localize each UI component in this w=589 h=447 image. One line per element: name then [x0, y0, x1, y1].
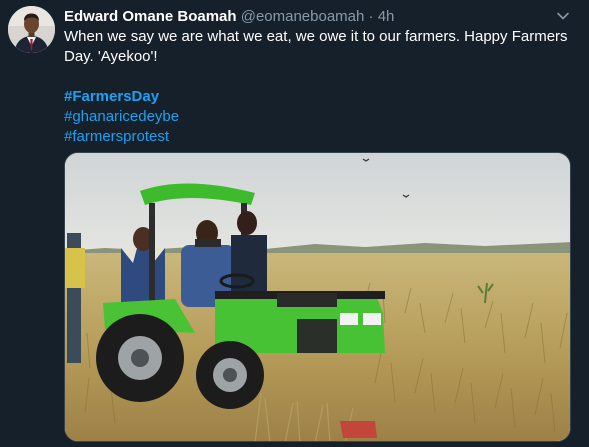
author-handle[interactable]: @eomaneboamah	[241, 8, 365, 25]
tweet-header: Edward Omane Boamah @eomaneboamah · 4h	[64, 7, 549, 27]
avatar-image	[8, 6, 55, 53]
separator-dot: ·	[368, 8, 374, 25]
tweet-body: When we say we are what we eat, we owe i…	[64, 27, 569, 147]
hashtag-list: #FarmersDay #ghanaricedeybe #farmersprot…	[64, 87, 569, 147]
chevron-down-icon[interactable]	[555, 8, 571, 24]
tweet-time[interactable]: 4h	[378, 8, 395, 25]
hashtag-farmersprotest[interactable]: #farmersprotest	[64, 127, 569, 147]
tweet-card[interactable]: Edward Omane Boamah @eomaneboamah · 4h W…	[0, 0, 589, 447]
author-name[interactable]: Edward Omane Boamah	[64, 8, 237, 25]
avatar[interactable]	[8, 6, 55, 53]
tweet-text: When we say we are what we eat, we owe i…	[64, 28, 568, 65]
hashtag-ghanaricedeybe[interactable]: #ghanaricedeybe	[64, 107, 569, 127]
tractor-photo	[65, 153, 570, 441]
tweet-photo[interactable]	[64, 152, 571, 442]
hashtag-farmersday[interactable]: #FarmersDay	[64, 87, 569, 107]
